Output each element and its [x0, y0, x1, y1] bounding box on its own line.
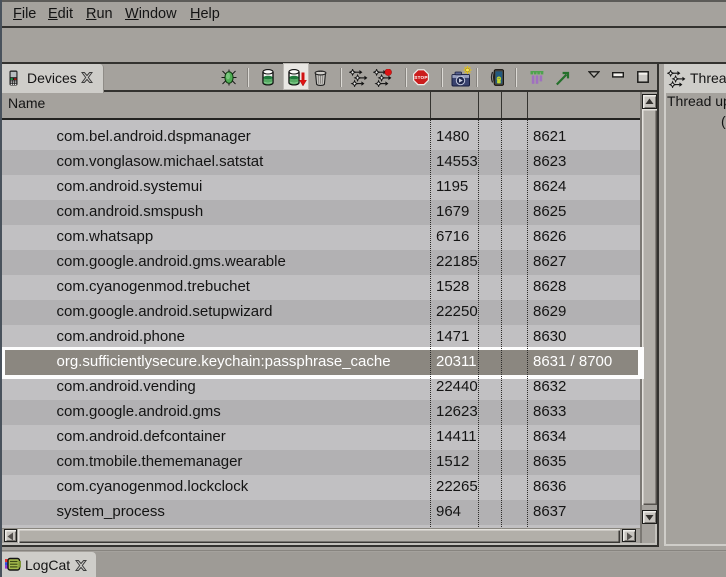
svg-text:STOP: STOP — [414, 75, 427, 80]
